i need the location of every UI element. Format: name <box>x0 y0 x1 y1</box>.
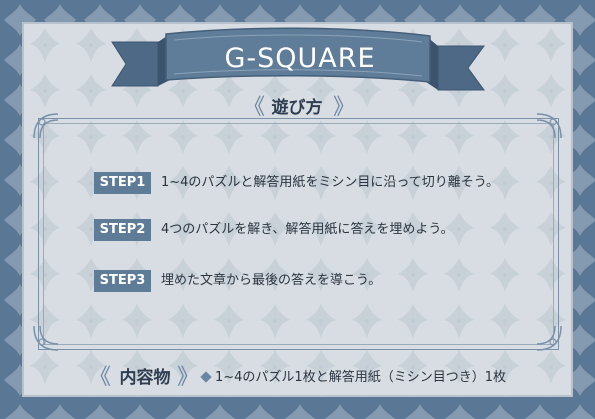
corner-ornament-top-left <box>33 113 59 139</box>
step-badge: STEP1 <box>94 172 151 194</box>
step-text: 埋めた文章から最後の答えを導こう。 <box>161 273 382 288</box>
left-bracket-ornament: 《 <box>243 95 266 120</box>
how-to-play-title: 遊び方 <box>271 98 323 118</box>
contents-text: 1~4のパズル1枚と解答用紙（ミシン目つき）1枚 <box>215 370 506 385</box>
right-bracket-ornament: 》 <box>177 365 200 390</box>
corner-ornament-bottom-left <box>33 325 59 351</box>
left-bracket-ornament: 《 <box>89 365 112 390</box>
contents-title: 内容物 <box>119 368 171 388</box>
banner-title: G-SQUARE <box>224 43 376 74</box>
corner-ornament-bottom-right <box>536 325 562 351</box>
step-text: 4つのパズルを解き、解答用紙に答えを埋めよう。 <box>161 222 454 237</box>
step-badge: STEP3 <box>94 270 151 292</box>
right-bracket-ornament: 》 <box>333 95 356 120</box>
step-badge: STEP2 <box>94 219 151 241</box>
instruction-card: G-SQUARE 《 遊び方 》 STEP1 1~4のパズルと解答用紙をミシン目… <box>0 0 595 419</box>
step-text: 1~4のパズルと解答用紙をミシン目に沿って切り離そう。 <box>161 175 500 190</box>
corner-ornament-top-right <box>536 113 562 139</box>
